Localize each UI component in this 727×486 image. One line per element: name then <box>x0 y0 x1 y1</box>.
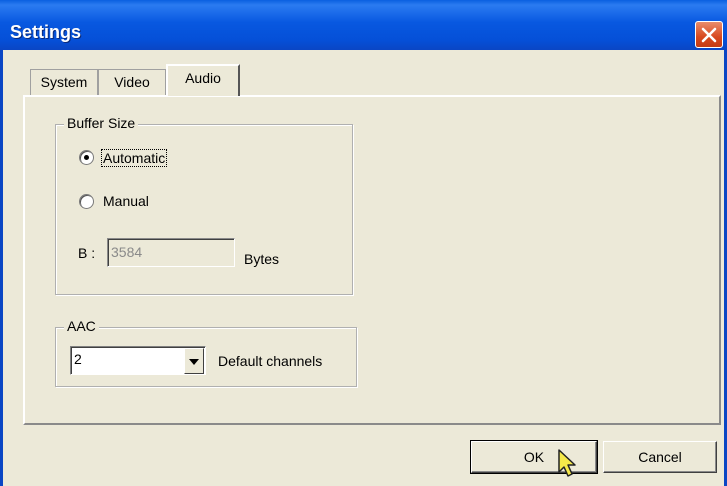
window-frame-left <box>0 50 3 486</box>
tab-label: System <box>40 74 88 90</box>
buffer-size-group <box>55 124 353 295</box>
automatic-radio[interactable] <box>79 150 94 165</box>
title-bar[interactable]: Settings <box>0 0 727 50</box>
radio-selected-dot <box>84 155 89 160</box>
tab-label: Audio <box>185 70 221 86</box>
buffer-size-input[interactable]: 3584 <box>107 238 235 267</box>
close-icon <box>701 27 717 43</box>
buffer-size-field-label: B : <box>78 245 96 261</box>
manual-label[interactable]: Manual <box>103 193 149 209</box>
chevron-down-icon <box>189 359 199 365</box>
buffer-size-value: 3584 <box>111 244 143 260</box>
buffer-size-group-label: Buffer Size <box>64 115 139 131</box>
default-channels-label: Default channels <box>218 353 323 369</box>
settings-dialog: Settings System Video Audio Buffer Size … <box>0 0 727 486</box>
bytes-unit-label: Bytes <box>244 251 280 267</box>
dropdown-button[interactable] <box>184 348 204 374</box>
default-channels-value: 2 <box>74 351 82 367</box>
window-title: Settings <box>10 22 82 42</box>
cancel-button[interactable]: Cancel <box>603 441 717 473</box>
default-channels-select[interactable]: 2 <box>70 346 206 375</box>
tab-system[interactable]: System <box>30 69 98 95</box>
tab-label: Video <box>114 74 150 90</box>
tab-audio[interactable]: Audio <box>166 64 240 96</box>
close-button[interactable] <box>695 21 723 48</box>
automatic-label[interactable]: Automatic <box>101 149 168 167</box>
manual-radio[interactable] <box>79 194 94 209</box>
tab-video[interactable]: Video <box>98 69 166 95</box>
mouse-pointer-icon <box>558 449 576 477</box>
aac-group-label: AAC <box>64 318 99 334</box>
